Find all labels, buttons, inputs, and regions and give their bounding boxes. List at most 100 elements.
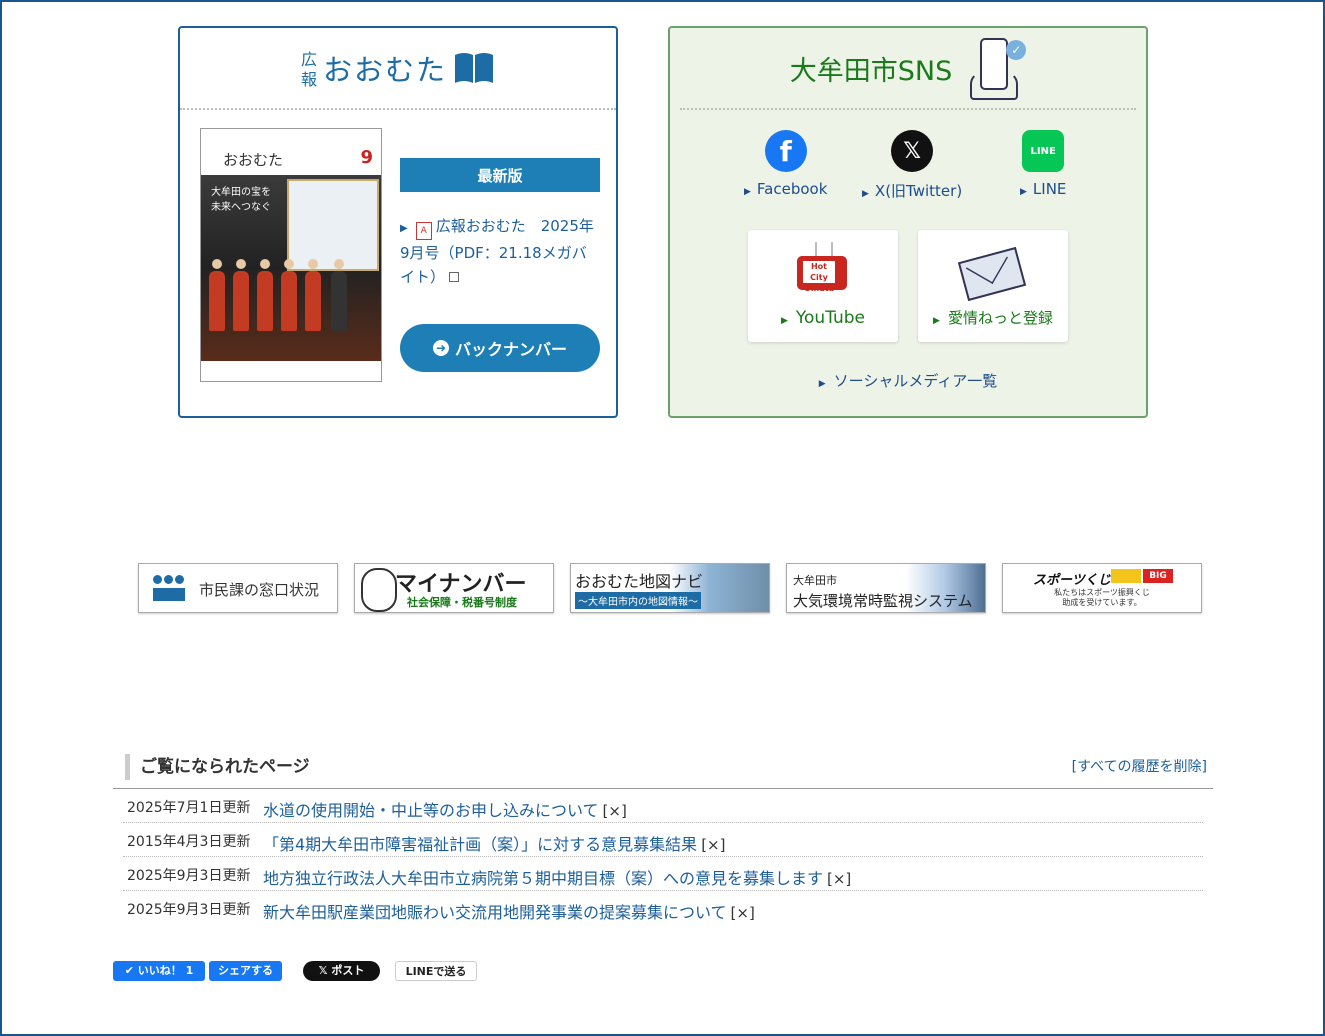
social-media-list-label: ソーシャルメディア一覧 — [833, 372, 998, 390]
cover-title: おおむた — [223, 151, 284, 169]
cover-header: おおむた 9 — [201, 129, 381, 175]
cover-catch-1: 大牟田の宝を — [211, 187, 271, 198]
mail-register-tile[interactable]: ▶ 愛情ねっと登録 — [918, 230, 1068, 342]
tv-screen: Hot City Omuta — [803, 261, 835, 293]
history-item: 水道の使用開始・中止等のお申し込みについて [×] — [263, 797, 627, 821]
history-link[interactable]: 水道の使用開始・中止等のお申し込みについて — [263, 801, 599, 820]
remove-history-button[interactable]: [×] — [603, 802, 627, 820]
history-row: 2025年9月3日更新 地方独立行政法人大牟田市立病院第５期中期目標（案）への意… — [123, 857, 1203, 891]
arrow-right-icon: ▶ — [744, 187, 751, 197]
history-date: 2025年9月3日更新 — [127, 868, 251, 884]
delete-all-history-link[interactable]: [すべての履歴を削除] — [1072, 756, 1207, 776]
line-link[interactable]: LINE ▶ LINE — [1020, 130, 1066, 198]
history-link[interactable]: 「第4期大牟田市障害福祉計画（案）」に対する意見募集結果 — [263, 835, 697, 854]
koho-small-1: 広 — [300, 50, 317, 69]
cover-photo: 大牟田の宝を 未来へつなぐ — [201, 175, 381, 361]
koho-header: 広 報 おおむた — [180, 28, 616, 110]
banner-air-monitoring[interactable]: 大牟田市 大気環境常時監視システム — [786, 563, 986, 613]
youtube-label: YouTube — [795, 308, 866, 328]
tv-text-1: Hot City — [810, 262, 828, 282]
cover-person — [233, 259, 249, 331]
cover-person — [305, 259, 321, 331]
people-icon — [153, 575, 185, 601]
book-icon — [455, 53, 494, 83]
history-date: 2025年9月3日更新 — [127, 902, 251, 918]
history-date: 2025年7月1日更新 — [127, 800, 251, 816]
mail-register-label: 愛情ねっと登録 — [947, 309, 1053, 327]
x-icon: 𝕏 — [891, 130, 934, 172]
backnumber-button[interactable]: ➜ バックナンバー — [400, 324, 600, 372]
facebook-like-button[interactable]: ✔ いいね！ 1 — [113, 961, 205, 981]
cover-board — [287, 179, 379, 271]
history-row: 2015年4月3日更新 「第4期大牟田市障害福祉計画（案）」に対する意見募集結果… — [123, 823, 1203, 857]
history-link[interactable]: 新大牟田駅産業団地賑わい交流用地開発事業の提案募集について — [263, 903, 727, 922]
tv-text-2: Omuta — [803, 284, 835, 293]
cover-footer — [201, 361, 381, 381]
remove-history-button[interactable]: [×] — [827, 870, 851, 888]
mynumber-sub: 社会保障・税番号制度 — [407, 596, 517, 609]
facebook-link[interactable]: f ▶ Facebook — [744, 130, 827, 198]
koho-cover-image[interactable]: おおむた 9 大牟田の宝を 未来へつなぐ — [200, 128, 382, 382]
pdf-icon: A — [415, 222, 432, 240]
x-post-button[interactable]: 𝕏 ポスト — [303, 961, 380, 981]
latest-edition-label: 最新版 — [400, 158, 600, 192]
air-line-2: 大気環境常時監視システム — [793, 592, 973, 610]
sports-lottery-logo: スポーツくじ — [1033, 573, 1111, 588]
youtube-tile[interactable]: Hot City Omuta ▶ YouTube — [748, 230, 898, 342]
x-label: X(旧Twitter) — [874, 182, 963, 200]
arrow-right-icon: ▶ — [862, 189, 869, 199]
external-window-icon — [449, 272, 460, 282]
x-twitter-link[interactable]: 𝕏 ▶ X(旧Twitter) — [862, 130, 962, 201]
cover-person — [257, 259, 273, 331]
smartphone-icon: ✓ — [970, 38, 1027, 100]
air-line-1: 大牟田市 — [793, 574, 837, 587]
arrow-right-icon: ▶ — [1020, 187, 1027, 197]
koho-small-2: 報 — [300, 70, 317, 89]
omuta-sns-box: 大牟田市SNS ✓ f ▶ Facebook 𝕏 ▶ X(旧Twitter) LIN… — [668, 26, 1148, 418]
line-label: LINE — [1032, 180, 1067, 198]
cover-catchphrase: 大牟田の宝を 未来へつなぐ — [211, 185, 271, 215]
sports-sub-1: 私たちはスポーツ振興くじ — [1054, 588, 1150, 597]
sports-sub-2: 助成を受けています。 — [1062, 598, 1142, 607]
hand-icon — [970, 72, 1019, 100]
sns-title: 大牟田市SNS — [789, 55, 953, 87]
remove-history-button[interactable]: [×] — [731, 904, 755, 922]
tv-antenna — [815, 242, 833, 256]
arrow-right-icon: ▶ — [933, 316, 940, 326]
cover-person — [281, 259, 297, 331]
banner-mynumber[interactable]: マイナンバー 社会保障・税番号制度 — [354, 563, 554, 613]
window-status-label: 市民課の窓口状況 — [199, 581, 320, 599]
toto-badge — [1111, 569, 1141, 583]
line-send-button[interactable]: LINEで送る — [395, 961, 477, 981]
banner-map-navi[interactable]: おおむた地図ナビ ～大牟田市内の地図情報～ — [570, 563, 770, 613]
line-icon: LINE — [1022, 130, 1065, 172]
koho-omuta-box: 広 報 おおむた おおむた 9 大牟田の宝を 未来へつなぐ 最新版 ▶ A 広報… — [178, 26, 618, 418]
facebook-label: Facebook — [756, 180, 828, 198]
rabbit-mascot-icon — [361, 568, 397, 612]
social-media-list-link[interactable]: ▶ ソーシャルメディア一覧 — [670, 370, 1146, 391]
remove-history-button[interactable]: [×] — [701, 836, 725, 854]
history-date: 2015年4月3日更新 — [127, 834, 251, 850]
cover-catch-2: 未来へつなぐ — [211, 202, 271, 213]
backnumber-label: バックナンバー — [454, 340, 567, 359]
arrow-right-icon: ▶ — [818, 379, 826, 389]
history-title: ご覧になられたページ — [125, 754, 310, 780]
history-row: 2025年9月3日更新 新大牟田駅産業団地賑わい交流用地開発事業の提案募集につい… — [123, 891, 1203, 924]
arrow-right-icon: ▶ — [400, 223, 408, 234]
cover-person — [331, 259, 347, 331]
cover-person — [209, 259, 225, 331]
banner-sports-lottery[interactable]: スポーツくじ BIG 私たちはスポーツ振興くじ 助成を受けています。 — [1002, 563, 1202, 613]
arrow-right-icon: ▶ — [780, 316, 788, 326]
map-navi-sub: ～大牟田市内の地図情報～ — [575, 592, 701, 609]
big-badge: BIG — [1143, 569, 1173, 583]
history-row: 2025年7月1日更新 水道の使用開始・中止等のお申し込みについて [×] — [123, 789, 1203, 823]
facebook-share-button[interactable]: シェアする — [209, 961, 282, 981]
latest-pdf-link[interactable]: ▶ A 広報おおむた 2025年9月号（PDF：21.18メガバイト） — [400, 214, 600, 289]
cover-number: 9 — [360, 147, 373, 168]
viewed-pages-history: ご覧になられたページ [すべての履歴を削除] 2025年7月1日更新 水道の使用… — [113, 752, 1213, 924]
history-header: ご覧になられたページ [すべての履歴を削除] — [113, 752, 1213, 789]
koho-title: おおむた — [323, 53, 448, 87]
tv-icon: Hot City Omuta — [797, 242, 847, 293]
banner-window-status[interactable]: 市民課の窓口状況 — [138, 563, 338, 613]
history-link[interactable]: 地方独立行政法人大牟田市立病院第５期中期目標（案）への意見を募集します — [263, 869, 823, 888]
